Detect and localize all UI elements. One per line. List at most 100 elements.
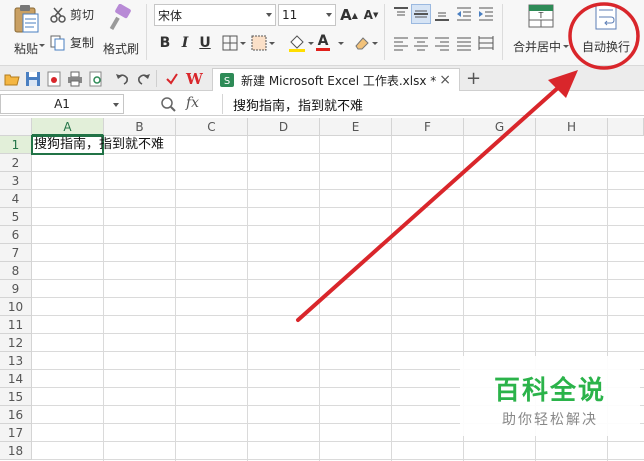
column-header-d[interactable]: D bbox=[248, 118, 320, 136]
column-header-g[interactable]: G bbox=[464, 118, 536, 136]
print-icon[interactable] bbox=[67, 71, 83, 87]
row-header-4[interactable]: 4 bbox=[0, 190, 32, 208]
export-pdf-icon[interactable] bbox=[46, 71, 62, 87]
font-size-select[interactable]: 11 bbox=[278, 4, 336, 26]
italic-button[interactable]: I bbox=[176, 34, 194, 52]
select-all-corner[interactable] bbox=[0, 118, 32, 136]
column-header-a[interactable]: A bbox=[32, 118, 104, 136]
font-name-select[interactable]: 宋体 bbox=[154, 4, 276, 26]
column-header-h[interactable]: H bbox=[536, 118, 608, 136]
row-header-13[interactable]: 13 bbox=[0, 352, 32, 370]
format-painter-button[interactable]: 格式刷 bbox=[100, 4, 142, 62]
insert-function-button[interactable]: fx bbox=[186, 95, 199, 111]
row-header-17[interactable]: 17 bbox=[0, 424, 32, 442]
row-header-15[interactable]: 15 bbox=[0, 388, 32, 406]
distributed-align-button[interactable] bbox=[478, 35, 494, 51]
row-header-16[interactable]: 16 bbox=[0, 406, 32, 424]
copy-label: 复制 bbox=[70, 36, 95, 50]
justify-button[interactable] bbox=[456, 35, 472, 51]
align-middle-icon bbox=[414, 10, 428, 18]
cell-a1[interactable]: 搜狗指南，指到就不难 bbox=[34, 136, 164, 154]
align-right-icon bbox=[435, 37, 449, 51]
shrink-font-button[interactable]: A ▼ bbox=[362, 6, 380, 24]
row-header-6[interactable]: 6 bbox=[0, 226, 32, 244]
distributed-icon bbox=[478, 36, 494, 50]
row-header-8[interactable]: 8 bbox=[0, 262, 32, 280]
column-header-e[interactable]: E bbox=[320, 118, 392, 136]
align-top-button[interactable] bbox=[393, 6, 409, 22]
merge-cells-icon: T bbox=[528, 4, 554, 28]
cut-label: 剪切 bbox=[70, 8, 95, 22]
paste-dropdown-icon[interactable] bbox=[39, 44, 45, 47]
underline-button[interactable]: U bbox=[196, 34, 214, 52]
zoom-icon[interactable] bbox=[160, 96, 176, 112]
increase-indent-button[interactable] bbox=[478, 6, 494, 22]
bold-button[interactable]: B bbox=[156, 34, 174, 52]
customize-toolbar-icon[interactable] bbox=[164, 71, 180, 87]
row-header-1[interactable]: 1 bbox=[0, 136, 32, 154]
align-right-button[interactable] bbox=[434, 35, 450, 51]
watermark: 百科全说 助你轻松解决 bbox=[460, 356, 640, 436]
align-bottom-button[interactable] bbox=[434, 6, 450, 22]
wps-logo-icon[interactable]: W bbox=[186, 70, 203, 88]
svg-text:S: S bbox=[224, 76, 230, 87]
print-preview-icon[interactable] bbox=[88, 71, 104, 87]
borders-button[interactable] bbox=[222, 35, 246, 51]
fill-color-button[interactable] bbox=[288, 34, 314, 52]
wrap-text-button[interactable]: 自动换行 bbox=[578, 4, 634, 62]
copy-button[interactable]: 复制 bbox=[50, 34, 94, 51]
row-header-10[interactable]: 10 bbox=[0, 298, 32, 316]
document-tab-title: 新建 Microsoft Excel 工作表.xlsx * bbox=[241, 73, 437, 88]
spreadsheet-file-icon: S bbox=[220, 73, 234, 87]
formula-bar: A1 fx 搜狗指南，指到就不难 bbox=[0, 92, 644, 116]
align-top-icon bbox=[394, 7, 408, 16]
close-icon[interactable]: × bbox=[439, 72, 451, 88]
row-header-5[interactable]: 5 bbox=[0, 208, 32, 226]
ribbon-separator bbox=[384, 4, 385, 60]
row-header-2[interactable]: 2 bbox=[0, 154, 32, 172]
paste-button[interactable]: 粘贴 bbox=[6, 4, 46, 62]
decrease-indent-button[interactable] bbox=[456, 6, 472, 22]
cell-shading-button[interactable] bbox=[251, 35, 275, 51]
row-header-18[interactable]: 18 bbox=[0, 442, 32, 460]
watermark-subtitle: 助你轻松解决 bbox=[502, 412, 598, 428]
merge-center-button[interactable]: T 合并居中 bbox=[510, 4, 572, 62]
column-header-b[interactable]: B bbox=[104, 118, 176, 136]
align-left-button[interactable] bbox=[393, 35, 409, 51]
new-tab-icon[interactable]: + bbox=[466, 68, 481, 89]
indent-icon bbox=[479, 7, 493, 21]
name-box[interactable]: A1 bbox=[0, 94, 124, 114]
grow-font-button[interactable]: A ▲ bbox=[340, 6, 358, 24]
row-header-9[interactable]: 9 bbox=[0, 280, 32, 298]
chevron-down-icon[interactable] bbox=[338, 42, 344, 45]
row-header-3[interactable]: 3 bbox=[0, 172, 32, 190]
column-header-c[interactable]: C bbox=[176, 118, 248, 136]
document-tab[interactable]: S 新建 Microsoft Excel 工作表.xlsx * × bbox=[212, 68, 460, 91]
chevron-down-icon bbox=[326, 13, 332, 17]
align-center-button[interactable] bbox=[413, 35, 429, 51]
font-color-button[interactable]: A bbox=[316, 34, 330, 51]
underline-glyph: U bbox=[199, 35, 211, 51]
redo-icon[interactable] bbox=[136, 71, 152, 87]
borders-icon bbox=[222, 35, 238, 51]
undo-icon[interactable] bbox=[114, 71, 130, 87]
column-header-f[interactable]: F bbox=[392, 118, 464, 136]
save-icon[interactable] bbox=[25, 71, 41, 87]
open-folder-icon[interactable] bbox=[4, 71, 20, 87]
cut-button[interactable]: 剪切 bbox=[50, 6, 94, 23]
row-header-7[interactable]: 7 bbox=[0, 244, 32, 262]
grid-fill-icon bbox=[251, 35, 267, 51]
paintbrush-icon bbox=[109, 4, 131, 31]
align-middle-button[interactable] bbox=[411, 4, 431, 24]
row-header-11[interactable]: 11 bbox=[0, 316, 32, 334]
ribbon-separator bbox=[502, 4, 503, 60]
formula-input[interactable]: 搜狗指南，指到就不难 bbox=[222, 94, 644, 114]
row-header-12[interactable]: 12 bbox=[0, 334, 32, 352]
clear-format-button[interactable] bbox=[354, 35, 378, 51]
align-center-icon bbox=[414, 37, 428, 51]
column-header-filler bbox=[608, 118, 644, 136]
italic-glyph: I bbox=[181, 35, 189, 51]
bold-glyph: B bbox=[159, 35, 171, 51]
row-header-14[interactable]: 14 bbox=[0, 370, 32, 388]
copy-icon bbox=[50, 35, 65, 50]
